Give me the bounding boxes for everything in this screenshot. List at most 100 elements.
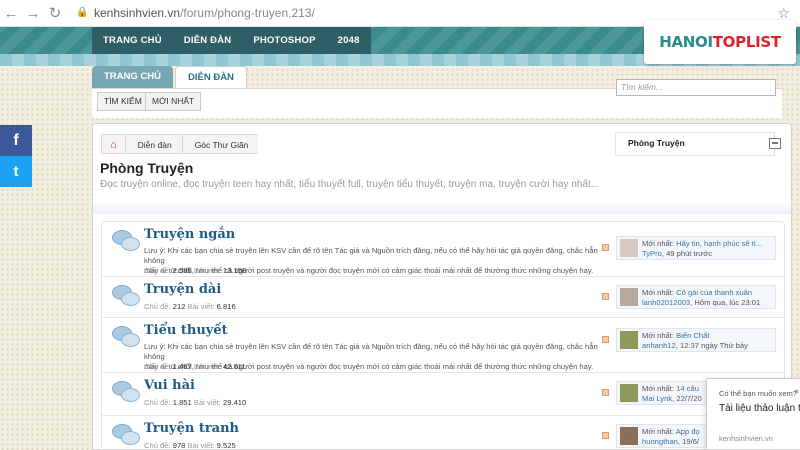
latest-time: Hôm qua, lúc 23:01 xyxy=(694,298,761,307)
topics-count: 978 xyxy=(172,441,186,450)
latest-user-link[interactable]: lanh02012003 xyxy=(642,298,690,307)
breadcrumb: ⌂ Diễn đàn Góc Thư Giãn Phòng Truyện xyxy=(101,132,775,156)
avatar[interactable] xyxy=(620,384,638,402)
last-post-info: Mới nhất: 14 câu Mai Lynk, 22/7/20 xyxy=(642,384,702,403)
page-description: Đọc truyện online, đọc truyện teen hay n… xyxy=(100,179,600,190)
latest-label: Mới nhất: xyxy=(642,331,674,340)
nav-photoshop[interactable]: PHOTOSHOP xyxy=(242,27,326,54)
home-icon[interactable]: ⌂ xyxy=(101,134,125,154)
logo-text-hanoi: HANOI xyxy=(659,33,713,51)
topics-count: 1.467 xyxy=(172,362,192,371)
page-title: Phòng Truyện xyxy=(100,160,194,176)
forum-bubble-icon xyxy=(112,424,140,448)
latest-time: 22/7/20 xyxy=(676,394,702,403)
nav-forum[interactable]: DIỄN ĐÀN xyxy=(173,27,243,54)
topics-label: Chủ đề: xyxy=(144,398,171,407)
tab-forum[interactable]: DIỄN ĐÀN xyxy=(175,66,247,88)
tab-bar: TRANG CHỦ DIỄN ĐÀN xyxy=(92,66,249,88)
forum-node-stats: Chủ đề: 1.467 Bài viết: 42.011 xyxy=(144,362,246,371)
nav-2048[interactable]: 2048 xyxy=(327,27,371,54)
rss-icon[interactable] xyxy=(602,244,609,251)
forum-node: Truyện tranh Chủ đề: 978 Bài viết: 9.525… xyxy=(102,416,784,450)
forum-node-title[interactable]: Truyện tranh xyxy=(144,421,239,436)
hanoitoplist-logo: HANOI TOPLIST xyxy=(644,20,796,64)
note-line: Lưu ý: Khi các bạn chia sẻ truyện lên KS… xyxy=(144,246,598,265)
forum-node-title[interactable]: Tiểu thuyết xyxy=(144,323,228,338)
latest-user-link[interactable]: TyPro xyxy=(642,249,662,258)
avatar[interactable] xyxy=(620,288,638,306)
topics-label: Chủ đề: xyxy=(144,302,171,311)
forum-node: Truyện ngắn Lưu ý: Khi các bạn chia sẻ t… xyxy=(102,222,784,277)
breadcrumb-relax-corner[interactable]: Góc Thư Giãn xyxy=(181,134,259,154)
latest-label: Mới nhất: xyxy=(642,384,674,393)
address-bar[interactable]: kenhsinhvien.vn/forum/phong-truyen.213/ xyxy=(94,6,315,20)
latest-user-link[interactable]: huongthan xyxy=(642,437,678,446)
lock-icon[interactable]: 🔒 xyxy=(76,7,88,19)
avatar[interactable] xyxy=(620,331,638,349)
latest-label: Mới nhất: xyxy=(642,288,674,297)
forum-node-stats: Chủ đề: 978 Bài viết: 9.525 xyxy=(144,441,236,450)
latest-thread-link[interactable]: App đọ xyxy=(676,427,700,436)
posts-count: 9.525 xyxy=(216,441,236,450)
suggestion-popup[interactable]: Có thể bạn muốn xem? × Tài liệu thảo luậ… xyxy=(706,378,800,450)
forward-icon[interactable]: → xyxy=(22,5,44,22)
content-panel: ⌂ Diễn đàn Góc Thư Giãn Phòng Truyện Phò… xyxy=(92,123,792,450)
top-navigation: TRANG CHỦ DIỄN ĐÀN PHOTOSHOP 2048 xyxy=(92,27,371,54)
last-post-info: Mới nhất: Biến Chất anhanh12, 12:37 ngày… xyxy=(642,331,748,350)
facebook-share-button[interactable]: f xyxy=(0,125,32,156)
last-post-info: Mới nhất: Hãy tin, hạnh phúc sẽ tì... Ty… xyxy=(642,239,763,258)
note-line: Lưu ý: Khi các bạn chia sẻ truyện lên KS… xyxy=(144,342,598,361)
rss-icon[interactable] xyxy=(602,293,609,300)
topics-label: Chủ đề: xyxy=(144,441,171,450)
tab-home[interactable]: TRANG CHỦ xyxy=(92,66,173,88)
latest-user-link[interactable]: Mai Lynk xyxy=(642,394,672,403)
latest-label: Mới nhất: xyxy=(642,239,674,248)
forum-bubble-icon xyxy=(112,381,140,405)
collapse-toggle-icon[interactable] xyxy=(769,138,781,149)
forum-node-title[interactable]: Truyện ngắn xyxy=(144,227,235,242)
latest-thread-link[interactable]: Hãy tin, hạnh phúc sẽ tì... xyxy=(676,239,762,248)
forum-node-title[interactable]: Truyện dài xyxy=(144,282,221,297)
last-post-info: Mới nhất: Cô gái của thanh xuân lanh0201… xyxy=(642,288,761,307)
newest-link[interactable]: MỚI NHẤT xyxy=(145,92,202,111)
popup-question: Có thể bạn muốn xem? xyxy=(719,389,797,398)
search-link[interactable]: TÌM KIẾM xyxy=(97,92,149,111)
posts-label: Bài viết: xyxy=(193,362,221,371)
latest-time: 49 phút trước xyxy=(666,249,713,258)
last-post-info: Mới nhất: App đọ huongthan, 19/6/ xyxy=(642,427,700,446)
url-path: /forum/phong-truyen.213/ xyxy=(180,6,315,20)
nav-home[interactable]: TRANG CHỦ xyxy=(92,27,173,54)
latest-thread-link[interactable]: Biến Chất xyxy=(676,331,709,340)
close-icon[interactable]: × xyxy=(794,387,799,396)
breadcrumb-current[interactable]: Phòng Truyện xyxy=(615,132,775,156)
forum-node: Truyện dài Chủ đề: 212 Bài viết: 6.816 M… xyxy=(102,277,784,318)
search-input[interactable]: Tìm kiếm... xyxy=(616,79,776,96)
breadcrumb-forum[interactable]: Diễn đàn xyxy=(124,134,182,154)
reload-icon[interactable]: ↻ xyxy=(44,4,66,22)
latest-time: 12:37 ngày Thứ bảy xyxy=(680,341,748,350)
rss-icon[interactable] xyxy=(602,389,609,396)
popup-title[interactable]: Tài liệu thảo luận tr xyxy=(719,403,800,414)
forum-node-title[interactable]: Vui hài xyxy=(144,378,195,393)
latest-thread-link[interactable]: Cô gái của thanh xuân xyxy=(676,288,752,297)
posts-label: Bài viết: xyxy=(187,302,215,311)
avatar[interactable] xyxy=(620,427,638,445)
topics-count: 2.586 xyxy=(172,266,192,275)
posts-count: 42.011 xyxy=(223,362,246,371)
avatar[interactable] xyxy=(620,239,638,257)
rss-icon[interactable] xyxy=(602,432,609,439)
twitter-icon: t xyxy=(13,163,19,180)
twitter-share-button[interactable]: t xyxy=(0,156,32,187)
rss-icon[interactable] xyxy=(602,336,609,343)
posts-count: 13.158 xyxy=(223,266,247,275)
last-post-box: Mới nhất: Biến Chất anhanh12, 12:37 ngày… xyxy=(616,328,776,352)
posts-count: 29.410 xyxy=(223,398,247,407)
url-host: kenhsinhvien.vn xyxy=(94,6,181,20)
back-icon[interactable]: ← xyxy=(0,5,22,22)
posts-label: Bài viết: xyxy=(187,441,215,450)
latest-user-link[interactable]: anhanh12 xyxy=(642,341,676,350)
topics-count: 1.851 xyxy=(172,398,192,407)
latest-thread-link[interactable]: 14 câu xyxy=(676,384,699,393)
forum-node-stats: Chủ đề: 2.586 Bài viết: 13.158 xyxy=(144,266,246,275)
posts-count: 6.816 xyxy=(216,302,236,311)
